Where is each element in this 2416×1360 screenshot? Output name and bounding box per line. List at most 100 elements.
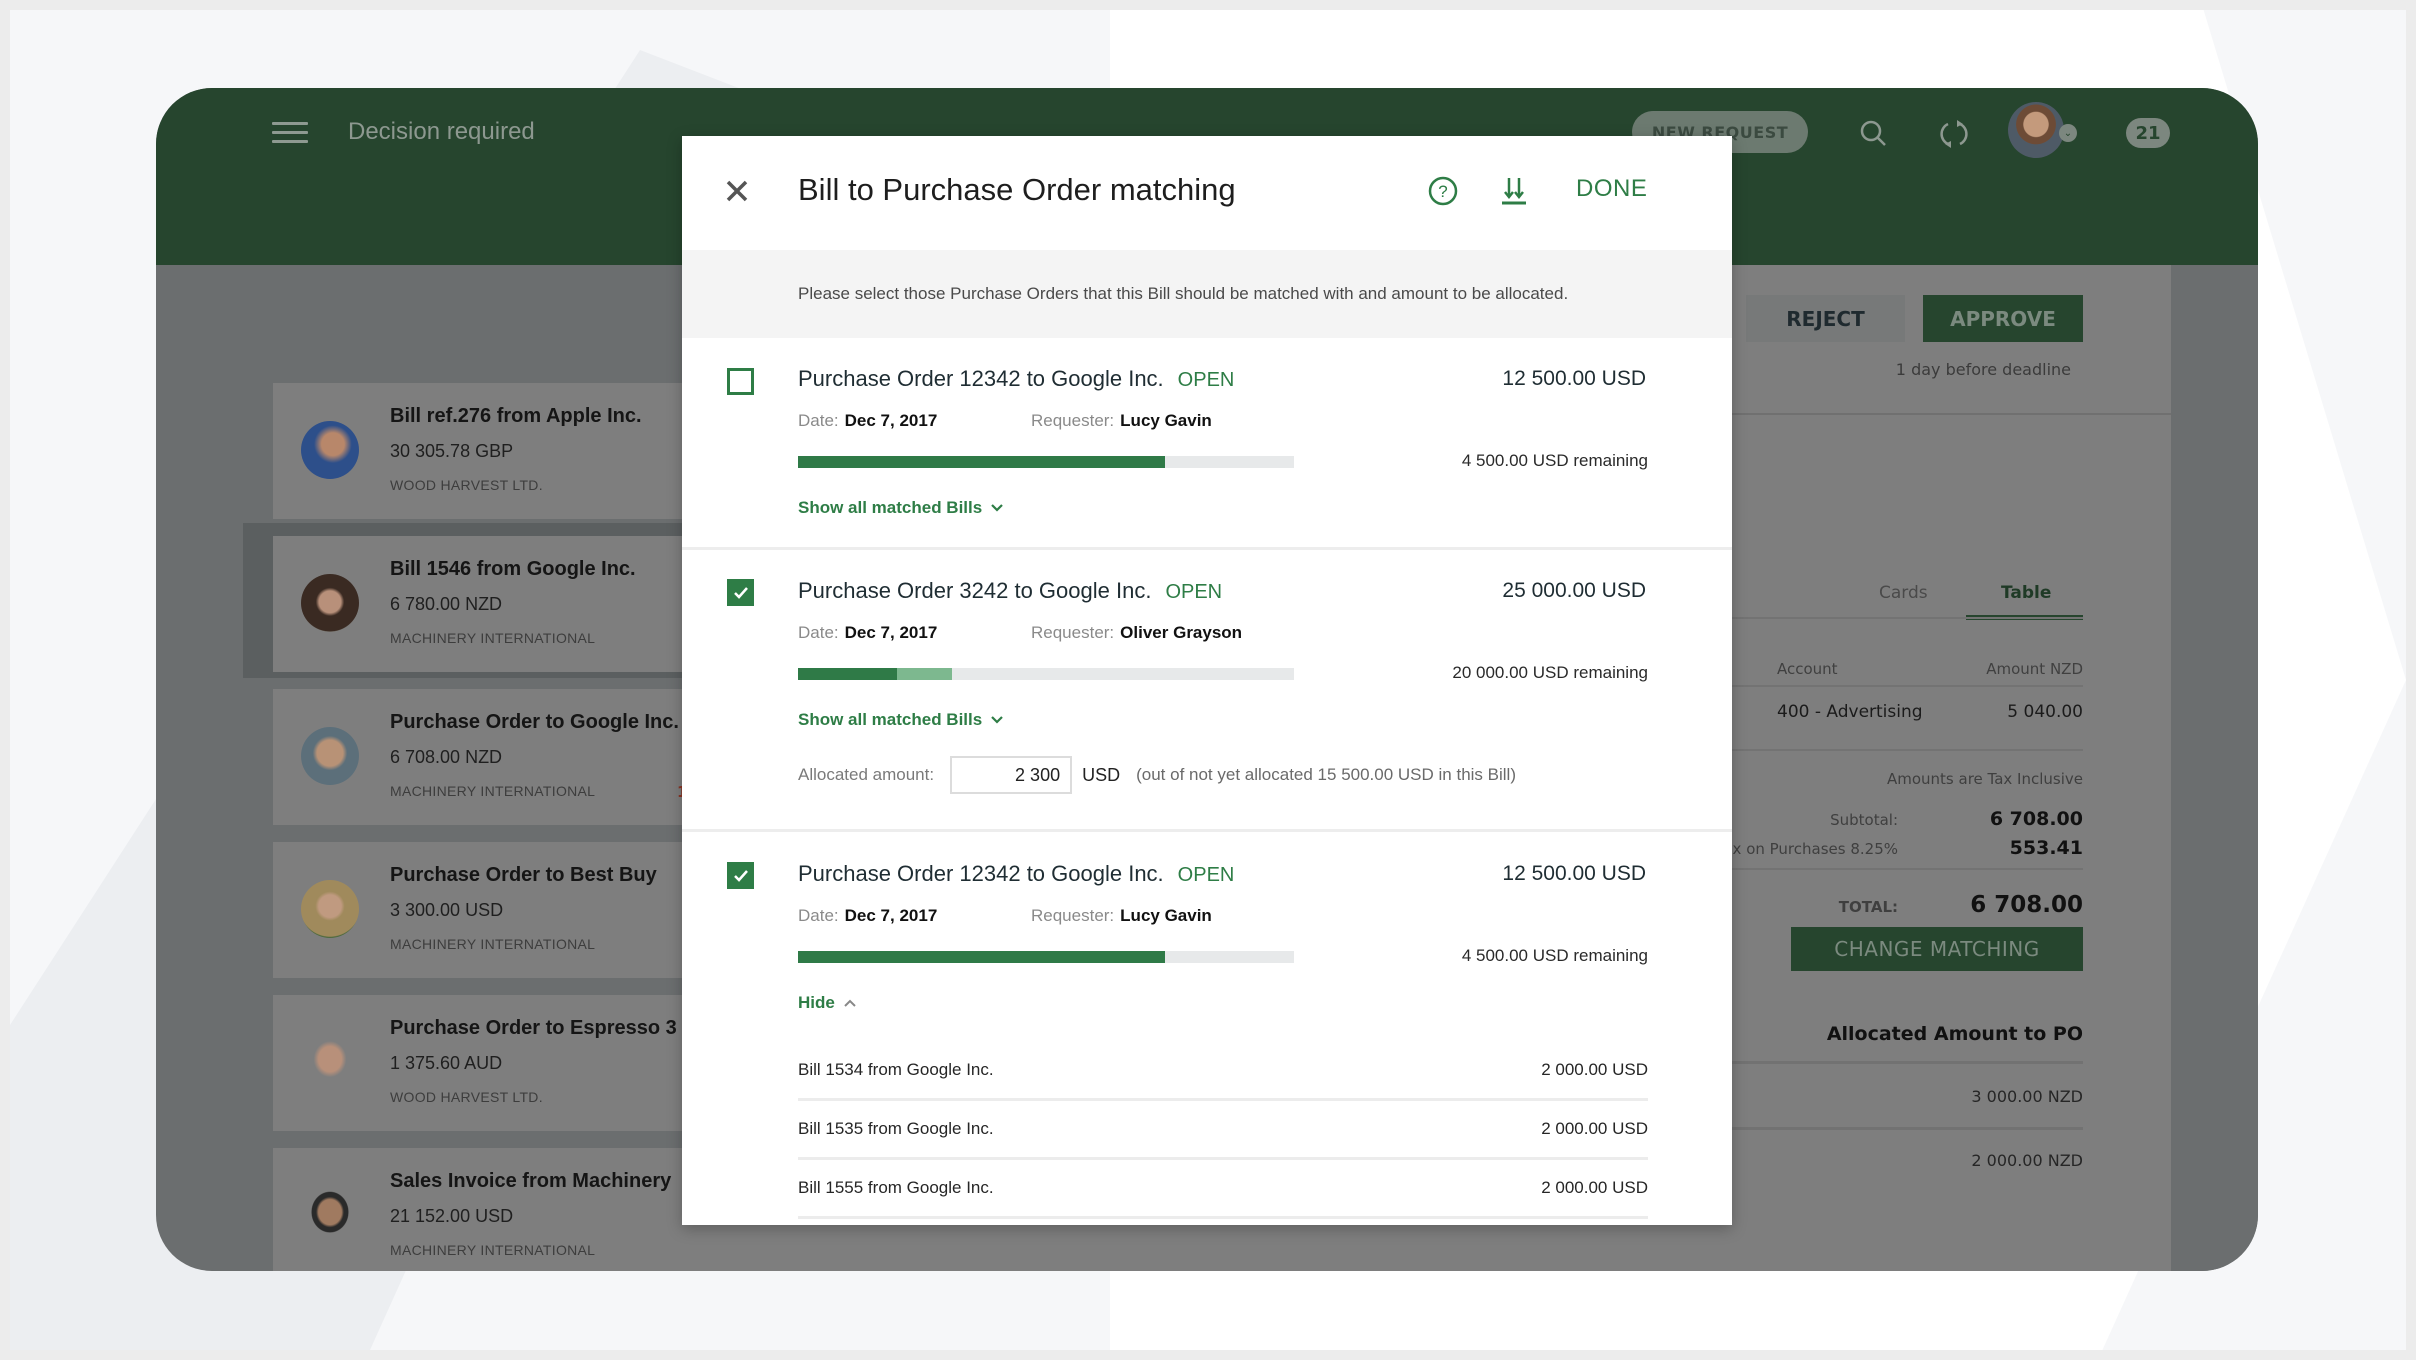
progress-pending (897, 668, 952, 680)
chevron-down-icon[interactable]: ⌄ (2059, 124, 2077, 142)
reject-button[interactable]: REJECT (1746, 295, 1905, 342)
po-amount: 25 000.00 USD (1502, 579, 1646, 602)
matched-bill-row[interactable]: Bill 1534 from Google Inc. 2 000.00 USD (798, 1042, 1648, 1101)
chevron-up-icon (844, 999, 856, 1007)
gutter (2171, 265, 2258, 1271)
item-title: Purchase Order to Espresso 3 (390, 1017, 677, 1039)
po-remaining: 4 500.00 USD remaining (1461, 946, 1648, 965)
requester-label: Requester: (1031, 623, 1115, 642)
help-icon[interactable]: ? (1427, 175, 1459, 207)
bill-name: Bill 1534 from Google Inc. (798, 1060, 994, 1079)
po-title: Purchase Order 3242 to Google Inc. OPEN (798, 578, 1222, 604)
toggle-label: Show all matched Bills (798, 710, 983, 729)
item-amount: 21 152.00 USD (390, 1206, 514, 1226)
po-title: Purchase Order 12342 to Google Inc. OPEN (798, 366, 1234, 392)
date-label: Date: (798, 906, 839, 925)
dialog-title: Bill to Purchase Order matching (798, 172, 1236, 207)
show-matched-bills-toggle[interactable]: Show all matched Bills (798, 710, 1004, 730)
po-checkbox[interactable] (727, 579, 754, 606)
po-title: Purchase Order 12342 to Google Inc. OPEN (798, 861, 1234, 887)
item-title: Purchase Order to Google Inc. (390, 711, 679, 733)
tab-table[interactable]: Table (2001, 583, 2051, 603)
po-meta: Date: Dec 7, 2017 Requester: Oliver Grayso… (798, 623, 1242, 643)
allocated-currency: USD (1082, 764, 1121, 785)
done-button[interactable]: DONE (1576, 175, 1647, 203)
item-company: WOOD HARVEST LTD. (390, 477, 543, 493)
po-progress-bar (798, 951, 1294, 963)
allocated-amount-row: Allocated amount: USD (out of not yet al… (798, 756, 1516, 794)
column-header-amount: Amount NZD (1986, 660, 2083, 678)
avatar (301, 574, 359, 632)
date-label: Date: (798, 623, 839, 642)
avatar (301, 880, 359, 938)
instruction-text: Please select those Purchase Orders that… (798, 284, 1569, 303)
progress-matched (798, 951, 1166, 963)
show-matched-bills-toggle[interactable]: Show all matched Bills (798, 498, 1004, 518)
menu-icon[interactable] (272, 122, 308, 146)
requester-label: Requester: (1031, 411, 1115, 430)
tax-note: Amounts are Tax Inclusive (1886, 770, 2083, 788)
item-title: Purchase Order to Best Buy (390, 864, 657, 886)
item-amount: 6 780.00 NZD (390, 594, 503, 614)
matching-dialog: Bill to Purchase Order matching ? DONE P… (682, 136, 1732, 1225)
po-item: Purchase Order 12342 to Google Inc. OPEN … (682, 832, 1732, 1225)
dialog-header: Bill to Purchase Order matching ? DONE (682, 136, 1732, 250)
item-company: MACHINERY INTERNATIONAL (390, 936, 596, 952)
requester-value: Lucy Gavin (1120, 906, 1212, 925)
item-amount: 1 375.60 AUD (390, 1053, 503, 1073)
view-tabs: Cards Table (1731, 583, 2083, 620)
allocated-header: Allocated Amount to PO (1826, 1023, 2083, 1045)
po-title-text: Purchase Order 12342 to Google Inc. (798, 861, 1164, 886)
deadline-text: 1 day before deadline (1895, 360, 2071, 379)
hide-matched-bills-toggle[interactable]: Hide (798, 993, 857, 1013)
table-cell-amount: 5 040.00 (2007, 702, 2083, 722)
po-checkbox[interactable] (727, 862, 754, 889)
po-progress-bar (798, 456, 1294, 468)
allocated-amount-input[interactable] (950, 756, 1073, 794)
item-title: Bill ref.276 from Apple Inc. (390, 405, 642, 427)
matched-bill-row[interactable]: Bill 1555 from Google Inc. 2 000.00 USD (798, 1160, 1648, 1219)
tab-cards[interactable]: Cards (1879, 583, 1928, 603)
requester-value: Lucy Gavin (1120, 411, 1212, 430)
avatar (301, 727, 359, 785)
po-title-text: Purchase Order 3242 to Google Inc. (798, 578, 1152, 603)
svg-text:?: ? (1438, 182, 1447, 201)
po-title-text: Purchase Order 12342 to Google Inc. (798, 366, 1164, 391)
column-header-account: Account (1777, 660, 1838, 678)
check-icon (733, 869, 748, 882)
item-title: Sales Invoice from Machinery (390, 1170, 672, 1192)
item-amount: 30 305.78 GBP (390, 441, 514, 461)
refresh-icon[interactable] (1936, 116, 1972, 152)
date-label: Date: (798, 411, 839, 430)
allocated-row-value: 2 000.00 NZD (1971, 1151, 2083, 1170)
change-matching-button[interactable]: CHANGE MATCHING (1791, 927, 2083, 971)
toggle-label: Hide (798, 993, 835, 1012)
date-value: Dec 7, 2017 (844, 623, 938, 642)
subtotal-value: 6 708.00 (1989, 808, 2083, 830)
po-item: Purchase Order 12342 to Google Inc. OPEN … (682, 338, 1732, 550)
po-progress-bar (798, 668, 1294, 680)
notification-badge[interactable]: 21 (2126, 118, 2170, 148)
item-company: MACHINERY INTERNATIONAL (390, 1242, 596, 1258)
instruction-banner: Please select those Purchase Orders that… (682, 250, 1732, 338)
close-icon[interactable] (722, 176, 752, 206)
po-amount: 12 500.00 USD (1502, 367, 1646, 390)
toggle-label: Show all matched Bills (798, 498, 983, 517)
avatar (301, 421, 359, 479)
date-value: Dec 7, 2017 (844, 411, 938, 430)
check-icon (733, 586, 748, 599)
approve-button[interactable]: APPROVE (1923, 295, 2083, 342)
sort-icon[interactable] (1497, 174, 1531, 208)
item-company: MACHINERY INTERNATIONAL (390, 630, 596, 646)
po-meta: Date: Dec 7, 2017 Requester: Lucy Gavin (798, 906, 1212, 926)
po-amount: 12 500.00 USD (1502, 862, 1646, 885)
po-checkbox[interactable] (727, 368, 754, 395)
total-value: 6 708.00 (1970, 892, 2083, 918)
item-company: MACHINERY INTERNATIONAL (390, 783, 596, 799)
item-amount: 6 708.00 NZD (390, 747, 503, 767)
search-icon[interactable] (1856, 116, 1892, 152)
requester-label: Requester: (1031, 906, 1115, 925)
matched-bill-row[interactable]: Bill 1535 from Google Inc. 2 000.00 USD (798, 1101, 1648, 1160)
po-remaining: 4 500.00 USD remaining (1461, 451, 1648, 470)
user-avatar[interactable] (2008, 102, 2064, 158)
